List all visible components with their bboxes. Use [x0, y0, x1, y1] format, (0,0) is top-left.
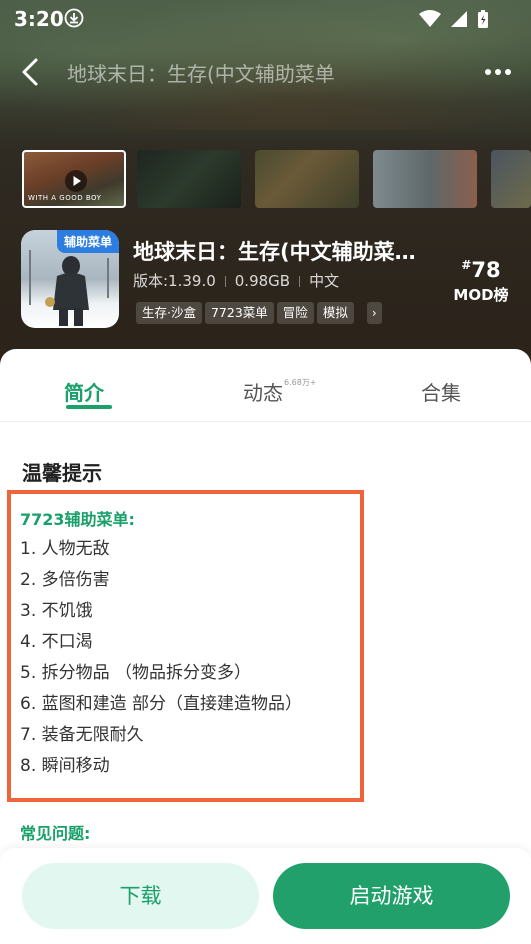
thumbnail-caption: WITH A GOOD BOY	[28, 194, 102, 202]
list-item: 4. 不口渴	[20, 632, 93, 652]
tab-bar: 简介 动态6.68万+ 合集	[0, 349, 531, 422]
tags-expand-chevron-icon[interactable]: ›	[366, 302, 382, 324]
list-item: 5. 拆分物品 （物品拆分变多）	[20, 663, 252, 683]
app-size: 0.98GB	[234, 272, 291, 290]
rank-value: 78	[471, 258, 501, 282]
menu-heading: 7723辅助菜单:	[20, 510, 135, 529]
tag-item[interactable]: 7723菜单	[204, 302, 274, 324]
video-thumbnail[interactable]: WITH A GOOD BOY	[22, 150, 126, 208]
meta-divider	[224, 276, 226, 287]
screenshot-thumbnail[interactable]	[137, 150, 241, 208]
wifi-icon	[418, 9, 441, 27]
status-bar: 3:20	[0, 0, 531, 36]
menu-feature-list: 1. 人物无敌 2. 多倍伤害 3. 不饥饿 4. 不口渴 5. 拆分物品 （物…	[20, 534, 302, 782]
faq-heading: 常见问题:	[20, 824, 91, 843]
status-time: 3:20	[14, 7, 64, 31]
download-notification-icon	[64, 8, 84, 28]
app-meta: 版本:1.39.0 0.98GB 中文	[133, 270, 339, 291]
list-item: 1. 人物无敌	[20, 539, 110, 559]
screenshot-thumbnail[interactable]	[373, 150, 477, 208]
page-title: 地球末日：生存(中文辅助菜单	[67, 62, 335, 86]
rank-number: #78	[450, 258, 512, 282]
screenshot-carousel: WITH A GOOD BOY	[22, 150, 531, 210]
tab-intro[interactable]: 简介	[64, 377, 104, 406]
more-options-icon[interactable]	[483, 60, 513, 84]
signal-icon	[450, 10, 467, 27]
back-arrow-icon[interactable]	[14, 52, 50, 92]
rank-hash: #	[461, 258, 472, 272]
screenshot-thumbnail[interactable]	[491, 150, 531, 208]
status-indicators	[415, 8, 489, 29]
tab-active-indicator	[66, 405, 112, 409]
app-info: 辅助菜单 地球末日：生存(中文辅助菜单) 版本:1.39.0 0.98GB 中文 生…	[0, 230, 531, 330]
list-item: 7. 装备无限耐久	[20, 725, 144, 745]
tab-activity-label: 动态	[243, 381, 283, 405]
hero-header: 3:20 地球末日：生存(中文辅助菜单 WITH A GOOD BOY 辅助菜单…	[0, 0, 531, 380]
play-icon	[65, 170, 87, 192]
app-language: 中文	[309, 272, 340, 290]
meta-divider	[299, 276, 301, 287]
tab-activity[interactable]: 动态6.68万+	[243, 377, 317, 406]
screenshot-thumbnail[interactable]	[255, 150, 359, 208]
bottom-action-bar: 下载 启动游戏	[0, 848, 531, 944]
tag-list: 生存·沙盒 7723菜单 冒险 模拟 ›	[136, 302, 382, 324]
tab-collection[interactable]: 合集	[421, 377, 461, 406]
list-item: 2. 多倍伤害	[20, 570, 110, 590]
tag-item[interactable]: 生存·沙盒	[136, 302, 202, 324]
download-button[interactable]: 下载	[22, 863, 259, 929]
section-title: 温馨提示	[22, 461, 102, 485]
app-version: 版本:1.39.0	[133, 272, 216, 290]
launch-game-button[interactable]: 启动游戏	[273, 863, 510, 929]
battery-icon	[478, 9, 488, 28]
rank-label: MOD榜	[453, 286, 509, 304]
tag-item[interactable]: 模拟	[316, 302, 354, 324]
rank-badge[interactable]: #78 MOD榜	[450, 258, 512, 305]
tag-item[interactable]: 冒险	[276, 302, 314, 324]
top-navigation: 地球末日：生存(中文辅助菜单	[0, 44, 531, 100]
list-item: 6. 蓝图和建造 部分（直接建造物品）	[20, 694, 303, 714]
tab-activity-count: 6.68万+	[284, 378, 317, 387]
icon-badge: 辅助菜单	[56, 230, 119, 253]
list-item: 3. 不饥饿	[20, 601, 93, 621]
app-icon: 辅助菜单	[21, 230, 119, 328]
app-title: 地球末日：生存(中文辅助菜单)	[133, 240, 423, 264]
list-item: 8. 瞬间移动	[20, 756, 110, 776]
